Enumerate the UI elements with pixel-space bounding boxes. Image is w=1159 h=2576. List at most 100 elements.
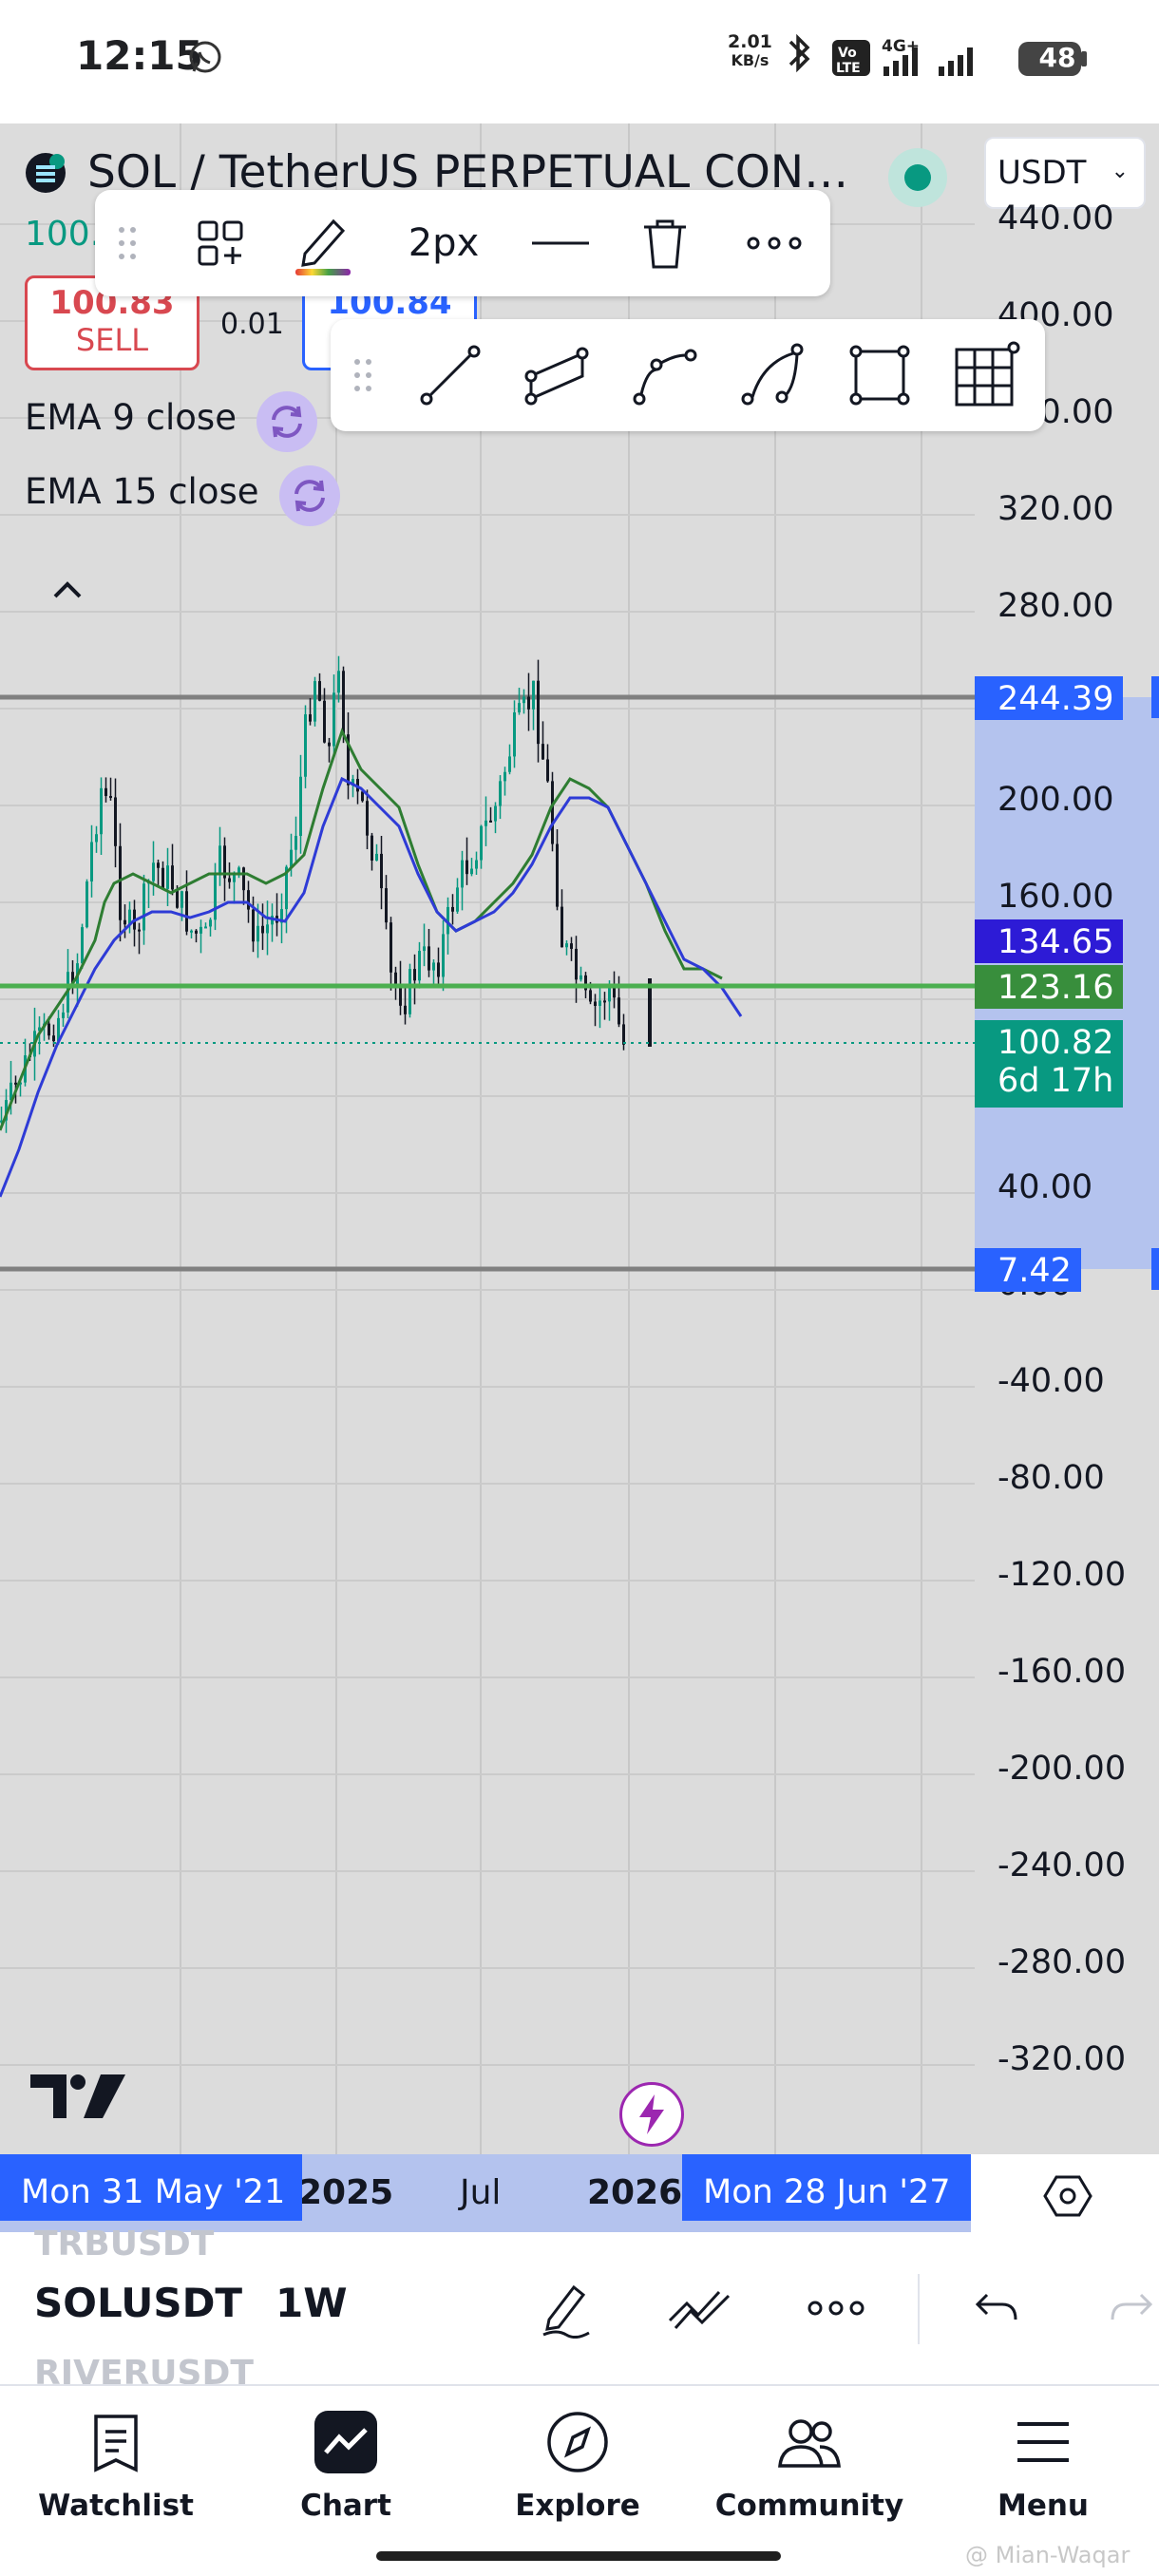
nav-label: Menu bbox=[997, 2489, 1089, 2523]
candle-body bbox=[304, 714, 307, 777]
candle-body bbox=[81, 927, 84, 964]
range-high-edge-mark bbox=[1151, 676, 1159, 718]
tradingview-logo-icon[interactable] bbox=[28, 2069, 127, 2122]
community-icon bbox=[778, 2419, 841, 2468]
price-axis-label: 160.00 bbox=[998, 878, 1114, 916]
nav-chart[interactable]: Chart bbox=[251, 2409, 441, 2523]
candle-body bbox=[608, 986, 611, 1002]
drawing-tools-button[interactable] bbox=[528, 2270, 604, 2346]
trash-icon[interactable] bbox=[627, 190, 703, 296]
candle-body bbox=[442, 934, 445, 977]
lightning-icon bbox=[639, 2094, 664, 2134]
arc-icon[interactable] bbox=[733, 319, 813, 431]
candle-body bbox=[214, 875, 217, 920]
refresh-icon[interactable] bbox=[279, 465, 340, 526]
candle-body bbox=[648, 978, 652, 1047]
chevron-up-icon bbox=[53, 581, 82, 598]
candle-body bbox=[380, 853, 383, 889]
ema-9-line bbox=[0, 728, 723, 1131]
trend-line-icon[interactable] bbox=[410, 319, 490, 431]
chevron-down-icon: ⌄ bbox=[1111, 160, 1129, 183]
compass-icon bbox=[547, 2412, 608, 2472]
candle-body bbox=[475, 860, 478, 869]
more-horizontal-icon bbox=[808, 2301, 864, 2316]
candle-body bbox=[209, 919, 212, 927]
nav-community[interactable]: Community bbox=[714, 2409, 904, 2523]
candle-body bbox=[570, 943, 573, 949]
indicators-button[interactable] bbox=[661, 2270, 737, 2346]
parallel-channel-icon[interactable] bbox=[517, 319, 597, 431]
candle-body bbox=[456, 887, 459, 912]
currency-select[interactable]: USDT ⌄ bbox=[984, 137, 1146, 209]
candle-body bbox=[261, 925, 264, 934]
candle-body bbox=[589, 990, 592, 1002]
price-axis-label: -40.00 bbox=[998, 1362, 1105, 1400]
candle-body bbox=[323, 700, 326, 743]
settings-hexagon-icon[interactable] bbox=[1041, 2169, 1094, 2223]
templates-icon[interactable] bbox=[186, 190, 255, 296]
candle-body bbox=[385, 888, 388, 923]
candle-body bbox=[200, 926, 202, 934]
lightning-button[interactable] bbox=[619, 2082, 684, 2147]
candle-body bbox=[62, 1012, 65, 1018]
candle-body bbox=[546, 759, 549, 782]
price-chart[interactable] bbox=[0, 123, 1159, 2232]
pencil-color-icon[interactable] bbox=[285, 190, 361, 296]
nav-watchlist[interactable]: Watchlist bbox=[21, 2409, 211, 2523]
range-low-edge-mark bbox=[1151, 1248, 1159, 1290]
ema-9-legend[interactable]: EMA 9 close bbox=[25, 397, 237, 438]
candle-body bbox=[413, 969, 416, 981]
current-price-partial: 100. bbox=[25, 215, 102, 254]
candle-body bbox=[527, 696, 530, 710]
time-label-jul: Jul bbox=[460, 2173, 502, 2212]
candle-body bbox=[109, 796, 112, 799]
gesture-bar[interactable] bbox=[376, 2551, 781, 2561]
candle-body bbox=[95, 834, 98, 843]
interval-button[interactable]: 1W bbox=[276, 2280, 348, 2326]
candle-body bbox=[551, 781, 554, 844]
symbol-name[interactable]: SOLUSDT bbox=[34, 2280, 242, 2326]
price-axis-label: 40.00 bbox=[998, 1168, 1093, 1206]
svg-text:Vo: Vo bbox=[838, 46, 857, 61]
net-speed-unit: KB/s bbox=[731, 51, 770, 69]
more-options-button[interactable] bbox=[798, 2270, 874, 2346]
candle-body bbox=[328, 742, 331, 747]
redo-button[interactable] bbox=[1102, 2270, 1159, 2346]
stroke-width-button[interactable]: 2px bbox=[391, 190, 496, 296]
candle-body bbox=[290, 849, 293, 867]
collapse-legend-button[interactable] bbox=[34, 557, 101, 623]
nav-label: Chart bbox=[300, 2489, 391, 2523]
candle-body bbox=[508, 756, 511, 772]
candle-body bbox=[86, 881, 88, 928]
rectangle-icon[interactable] bbox=[840, 319, 920, 431]
market-open-indicator bbox=[888, 148, 947, 207]
ema-15-legend[interactable]: EMA 15 close bbox=[25, 471, 259, 512]
candle-body bbox=[171, 865, 174, 890]
nav-explore[interactable]: Explore bbox=[483, 2409, 673, 2523]
chart-pane[interactable]: SOL / TetherUS PERPETUAL CON… USDT ⌄ 100… bbox=[0, 123, 1159, 2232]
watchlist-icon bbox=[94, 2415, 138, 2472]
candle-body bbox=[618, 997, 620, 1025]
undo-icon bbox=[975, 2293, 1017, 2320]
symbol-bar: TRBUSDT SOLUSDT 1W RIVERUSDT bbox=[0, 2225, 1159, 2393]
curve-icon[interactable] bbox=[625, 319, 705, 431]
drag-handle-icon[interactable] bbox=[344, 319, 382, 431]
more-horizontal-icon[interactable] bbox=[732, 190, 817, 296]
indicators-icon bbox=[668, 2290, 731, 2329]
refresh-icon[interactable] bbox=[256, 391, 317, 452]
solana-logo-icon[interactable] bbox=[25, 152, 66, 194]
candle-body bbox=[542, 744, 544, 760]
svg-text:LTE: LTE bbox=[836, 61, 861, 76]
drag-handle-icon[interactable] bbox=[108, 190, 146, 296]
candle-body bbox=[556, 843, 559, 907]
previous-symbol[interactable]: TRBUSDT bbox=[34, 2225, 214, 2263]
grid-tool-icon[interactable] bbox=[946, 319, 1026, 431]
nav-menu[interactable]: Menu bbox=[948, 2409, 1138, 2523]
line-style-icon[interactable] bbox=[522, 190, 598, 296]
pen-icon bbox=[542, 2284, 590, 2339]
candle-body bbox=[598, 1000, 601, 1007]
candle-body bbox=[314, 681, 316, 722]
net-speed-value: 2.01 bbox=[728, 31, 772, 52]
time-axis[interactable]: 2025 Jul 2026 Mon 31 May '21 Mon 28 Jun … bbox=[0, 2154, 1159, 2232]
undo-button[interactable] bbox=[960, 2270, 1036, 2346]
